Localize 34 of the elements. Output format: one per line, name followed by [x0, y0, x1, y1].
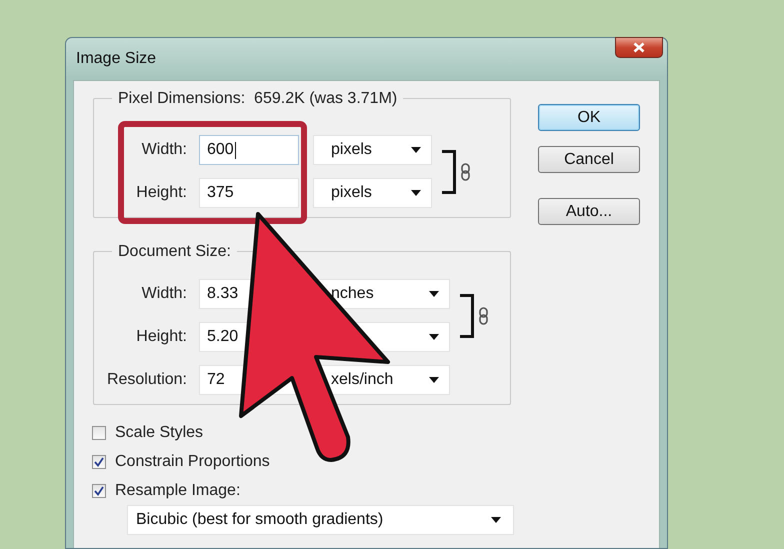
chain-link-icon: [479, 306, 488, 324]
checkbox-label: Constrain Proportions: [115, 452, 270, 470]
caret-icon: [429, 334, 439, 340]
number-field[interactable]: 600: [199, 135, 299, 165]
dialog-button[interactable]: Auto...: [538, 198, 640, 225]
bracket-drawing: [442, 150, 456, 194]
checkbox-label: Resample Image:: [115, 482, 240, 500]
field-label: Height:: [136, 184, 187, 202]
field-label: Height:: [136, 328, 187, 346]
close-button[interactable]: [615, 37, 663, 58]
caret-icon: [491, 517, 501, 523]
caret-icon: [411, 190, 421, 196]
chain-link-icon: [461, 162, 470, 180]
field-label: Width:: [142, 141, 187, 159]
caret-icon: [429, 291, 439, 297]
unit-dropdown[interactable]: pixels: [313, 135, 432, 165]
dialog-button[interactable]: Cancel: [538, 146, 640, 173]
bracket-drawing: [460, 294, 474, 338]
resample-dropdown[interactable]: Bicubic (best for smooth gradients): [127, 505, 514, 535]
default-button[interactable]: OK: [538, 104, 640, 131]
number-field[interactable]: 375: [199, 178, 299, 208]
checkbox[interactable]: [92, 484, 106, 498]
unit-dropdown[interactable]: pixels: [313, 178, 432, 208]
close-icon: [633, 42, 645, 53]
field-label: Resolution:: [106, 371, 187, 389]
text-cursor: [234, 142, 236, 158]
group-legend: Pixel Dimensions: 659.2K (was 3.71M): [112, 90, 404, 108]
window-title: Image Size: [76, 50, 156, 68]
field-label: Width:: [142, 285, 187, 303]
caret-icon: [429, 377, 439, 383]
checkbox-label: Scale Styles: [115, 424, 204, 442]
caret-icon: [411, 147, 421, 153]
checkbox[interactable]: [92, 426, 106, 440]
checkbox[interactable]: [92, 454, 106, 468]
